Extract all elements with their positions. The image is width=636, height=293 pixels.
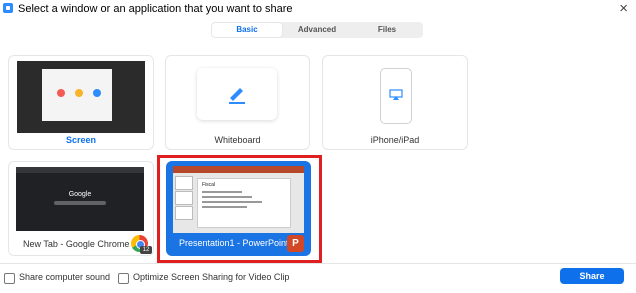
tab-files[interactable]: Files <box>352 23 422 37</box>
share-button[interactable]: Share <box>560 268 624 284</box>
title-bar: Select a window or an application that y… <box>0 0 636 20</box>
window-count-badge: 12 <box>140 246 152 254</box>
tile-whiteboard[interactable]: Whiteboard <box>165 55 310 150</box>
tile-whiteboard-label: Whiteboard <box>214 135 261 145</box>
tile-iphone-label: iPhone/iPad <box>370 135 420 145</box>
optimize-video-label: Optimize Screen Sharing for Video Clip <box>133 272 290 282</box>
tile-chrome[interactable]: Google New Tab - Google Chrome 12 <box>8 161 154 256</box>
google-logo-text: Google <box>68 191 92 198</box>
tab-basic[interactable]: Basic <box>212 23 282 37</box>
zoom-app-icon <box>3 3 13 13</box>
chrome-thumbnail: Google <box>16 167 144 231</box>
share-sound-checkbox[interactable] <box>4 273 15 284</box>
share-sound-label: Share computer sound <box>19 272 111 282</box>
screen-thumbnail <box>17 61 145 133</box>
airplay-icon <box>389 89 403 100</box>
tile-screen[interactable]: Screen <box>8 55 154 150</box>
bottom-bar: Share computer sound Optimize Screen Sha… <box>0 263 636 293</box>
whiteboard-preview <box>197 68 277 120</box>
tab-advanced[interactable]: Advanced <box>282 23 352 37</box>
tab-strip: Basic Advanced Files <box>211 22 423 38</box>
tile-iphone[interactable]: iPhone/iPad <box>322 55 468 150</box>
highlight-box-powerpoint <box>157 155 322 263</box>
window-title: Select a window or an application that y… <box>18 3 293 15</box>
phone-outline <box>380 68 412 124</box>
pen-icon <box>229 88 245 104</box>
close-button[interactable]: × <box>619 1 628 17</box>
tile-screen-label: Screen <box>65 135 97 145</box>
optimize-video-checkbox[interactable] <box>118 273 129 284</box>
